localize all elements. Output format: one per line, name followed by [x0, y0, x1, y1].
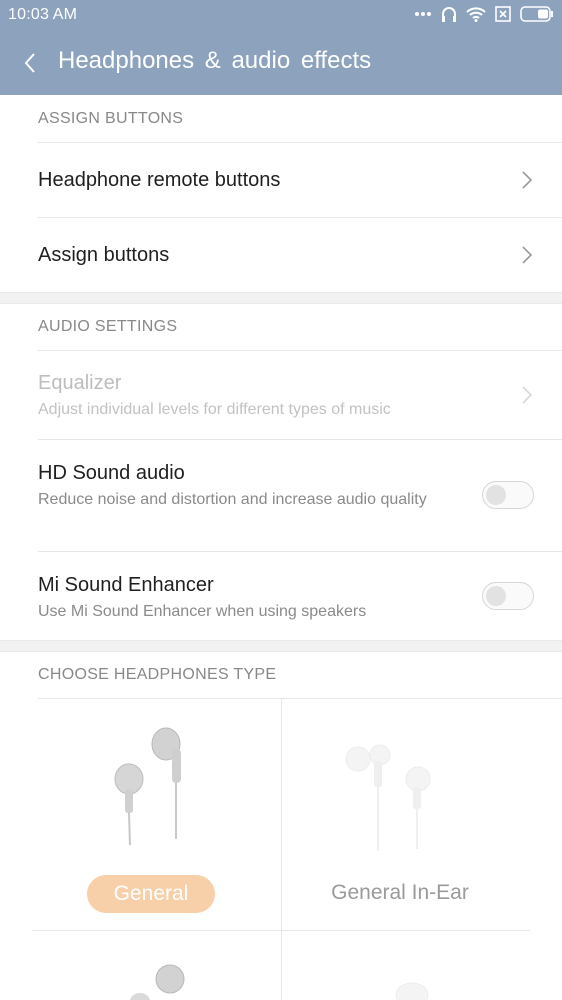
status-bar: 10:03 AM — [0, 0, 562, 30]
hd-sound-audio-row[interactable]: HD Sound audio Reduce noise and distorti… — [38, 439, 562, 551]
section-header-assign-buttons: ASSIGN BUTTONS — [38, 110, 184, 127]
more-dots-icon — [415, 12, 431, 16]
hd-sound-toggle[interactable] — [482, 481, 534, 509]
section-separator — [0, 640, 562, 652]
section-separator — [0, 292, 562, 304]
headphone-type-general-in-ear[interactable]: General In-Ear — [282, 699, 530, 930]
chevron-right-icon — [522, 386, 533, 404]
earbuds-in-ear-icon — [345, 744, 431, 851]
app-bar: Headphones & audio effects — [0, 30, 562, 95]
chevron-right-icon — [522, 246, 533, 264]
chevron-right-icon — [522, 171, 533, 189]
earbuds-general-icon — [114, 727, 181, 845]
row-label: HD Sound audio — [38, 462, 185, 484]
toggle-knob — [486, 586, 506, 606]
row-subtitle: Use Mi Sound Enhancer when using speaker… — [38, 603, 367, 620]
section-header-audio-settings: AUDIO SETTINGS — [38, 318, 178, 335]
row-label: Headphone remote buttons — [38, 169, 281, 191]
type-label-general-in-ear: General In-Ear — [331, 881, 469, 904]
equalizer-row[interactable]: Equalizer Adjust individual levels for d… — [38, 350, 562, 439]
battery-icon — [520, 6, 553, 22]
headphones-icon — [442, 7, 456, 22]
earbuds-partial-icon — [130, 964, 185, 1000]
row-subtitle: Adjust individual levels for different t… — [38, 401, 391, 418]
back-arrow-icon[interactable] — [18, 48, 44, 78]
assign-buttons-row[interactable]: Assign buttons — [38, 217, 562, 292]
section-header-headphones-type: CHOOSE HEADPHONES TYPE — [38, 666, 277, 683]
headphone-type-general[interactable]: General — [38, 699, 281, 930]
row-label: Assign buttons — [38, 244, 170, 266]
earbuds-partial-icon — [395, 982, 429, 1000]
status-time: 10:03 AM — [8, 6, 78, 23]
row-label: Mi Sound Enhancer — [38, 574, 214, 596]
wifi-icon — [466, 7, 486, 22]
headphone-type-partial-right[interactable] — [282, 931, 530, 1000]
headphone-type-partial-left[interactable] — [38, 931, 281, 1000]
mi-sound-toggle[interactable] — [482, 582, 534, 610]
sim-off-icon — [495, 6, 511, 22]
row-subtitle: Reduce noise and distortion and increase… — [38, 491, 427, 508]
toggle-knob — [486, 485, 506, 505]
page-title: Headphones & audio effects — [58, 47, 372, 74]
row-label: Equalizer — [38, 372, 122, 394]
headphone-remote-buttons-row[interactable]: Headphone remote buttons — [38, 142, 562, 217]
status-icons — [414, 5, 554, 23]
mi-sound-enhancer-row[interactable]: Mi Sound Enhancer Use Mi Sound Enhancer … — [38, 551, 562, 640]
type-label-general: General — [87, 875, 215, 913]
